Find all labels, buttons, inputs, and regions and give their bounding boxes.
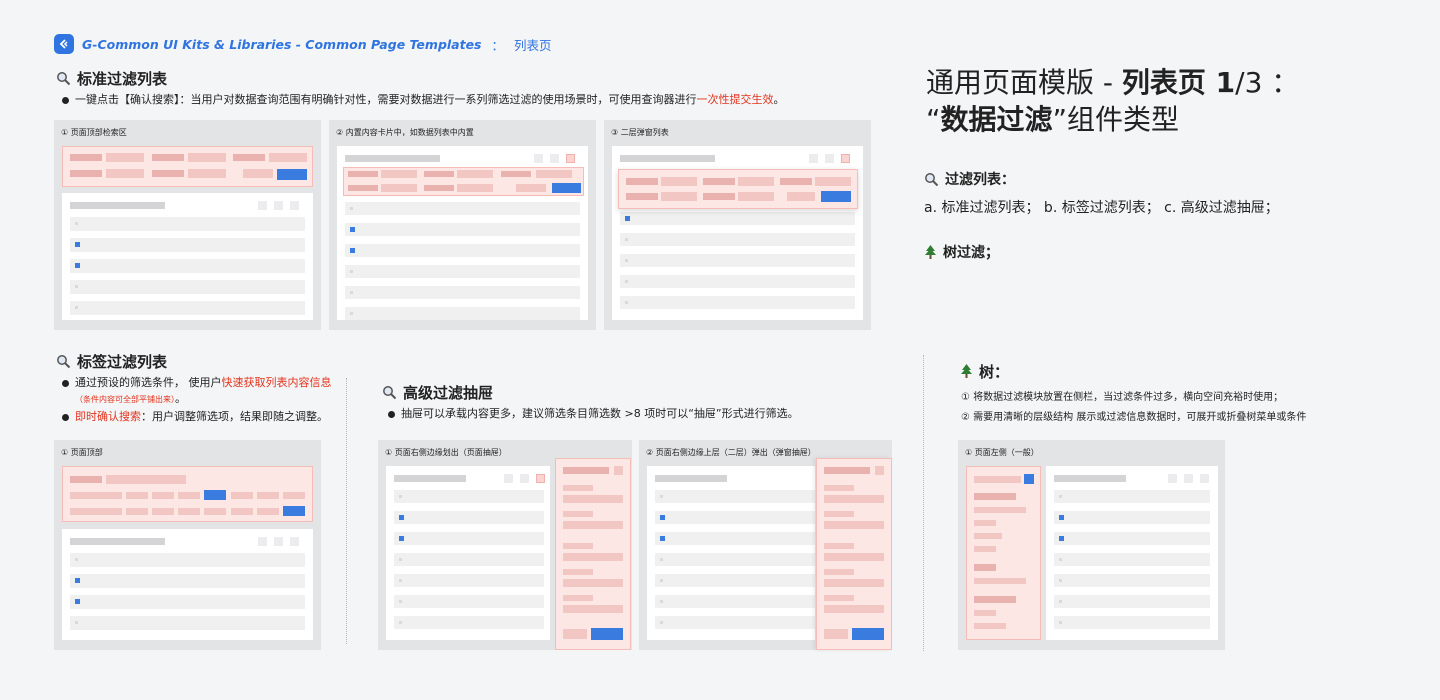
page-header: G-Common UI Kits & Libraries - Common Pa… xyxy=(54,34,552,54)
magnifier-icon xyxy=(57,355,71,369)
panel-label: ① 页面顶部 xyxy=(61,448,103,457)
tree-filter-label: 树过滤； xyxy=(924,242,999,262)
filter-list-label-text: 过滤列表： xyxy=(945,172,1015,188)
tree-title-text: 树： xyxy=(979,363,1010,381)
std-desc-red: 一次性提交生效 xyxy=(696,93,774,106)
tag-b1-red: 快速获取列表内容信息 xyxy=(221,376,332,389)
tag-filter-bullet-1: 通过预设的筛选条件， 使用户快速获取列表内容信息 xyxy=(62,376,332,390)
tag-b1-pre: 通过预设的筛选条件， 使用户 xyxy=(75,376,222,389)
drawer-column xyxy=(555,458,631,650)
list-card xyxy=(62,529,313,640)
tree-icon xyxy=(925,244,936,259)
tag-filter-note: （条件内容可全部平铺出来）。 xyxy=(75,392,186,407)
panel-label: ① 页面左侧（一般） xyxy=(965,448,1039,457)
logo-icon xyxy=(54,34,74,54)
std-panel-1: ① 页面顶部检索区 xyxy=(54,120,321,330)
title2-post: ”组件类型 xyxy=(1052,103,1180,136)
list-card xyxy=(386,466,550,640)
tag-b2-red: 即时确认搜索 xyxy=(75,410,141,423)
drawer-panel-2: ② 页面右侧边缘上层（二层）弹出（弹窗抽屉） xyxy=(639,440,892,650)
tag-filter-bullet-2: 即时确认搜索：用户调整筛选项，结果即随之调整。 xyxy=(62,410,328,424)
title-bold: 列表页 1 xyxy=(1121,66,1236,99)
title-pre: 通用页面模版 - xyxy=(926,66,1122,99)
drawer-desc-text: 抽屉可以承载内容更多，建议筛选条目筛选数 >8 项时可以“抽屉”形式进行筛选。 xyxy=(401,407,799,420)
std-filter-title-text: 标准过滤列表 xyxy=(77,70,168,88)
panel-label: ② 页面右侧边缘上层（二层）弹出（弹窗抽屉） xyxy=(646,448,816,457)
tag-filter-title: 标签过滤列表 xyxy=(56,351,167,372)
tree-filter-label-text: 树过滤； xyxy=(943,245,999,261)
tree-panel: ① 页面左侧（一般） xyxy=(958,440,1225,650)
std-filter-title: 标准过滤列表 xyxy=(56,68,167,89)
panel-label: ① 页面右侧边缘划出（页面抽屉） xyxy=(385,448,507,457)
list-card xyxy=(62,193,313,320)
list-card xyxy=(337,146,588,320)
search-button-mock xyxy=(277,169,307,180)
filter-box xyxy=(62,146,313,187)
drawer-desc: 抽屉可以承载内容更多，建议筛选条目筛选数 >8 项时可以“抽屉”形式进行筛选。 xyxy=(388,407,799,421)
magnifier-icon xyxy=(383,386,397,400)
tree-title: 树： xyxy=(960,361,1009,382)
page-title-line-2: “数据过滤”组件类型 xyxy=(926,101,1299,138)
drawer-column xyxy=(816,458,892,650)
divider xyxy=(923,355,924,651)
title2-quote: “ xyxy=(926,103,941,136)
panel-label: ② 内置内容卡片中，如数据列表中内置 xyxy=(336,128,474,137)
magnifier-icon xyxy=(925,172,939,186)
std-desc-post: 。 xyxy=(773,93,785,106)
panel-label: ③ 二层弹窗列表 xyxy=(611,128,669,137)
header-colon: ： xyxy=(491,37,505,53)
drawer-title-text: 高级过滤抽屉 xyxy=(403,384,494,402)
page-title: 通用页面模版 - 列表页 1/3 ： “数据过滤”组件类型 xyxy=(926,64,1299,138)
tag-filter-box xyxy=(62,466,313,522)
std-filter-desc: 一键点击【确认搜索】：当用户对数据查询范围有明确针对性，需要对数据进行一系列筛选… xyxy=(62,93,785,107)
title-post: /3 ： xyxy=(1235,66,1300,99)
panel-label: ① 页面顶部检索区 xyxy=(61,128,127,137)
std-panel-3: ③ 二层弹窗列表 xyxy=(604,120,871,330)
divider xyxy=(346,378,347,644)
header-title: G-Common UI Kits & Libraries - Common Pa… xyxy=(82,36,482,52)
title2-bold: 数据过滤 xyxy=(940,103,1053,136)
tag-b1-note: （条件内容可全部平铺出来） xyxy=(75,395,175,404)
filter-box xyxy=(343,167,584,196)
std-panel-2: ② 内置内容卡片中，如数据列表中内置 xyxy=(329,120,596,330)
std-desc-pre: 一键点击【确认搜索】：当用户对数据查询范围有明确针对性，需要对数据进行一系列筛选… xyxy=(75,93,697,106)
list-card xyxy=(647,466,815,640)
tree-icon xyxy=(961,364,972,378)
popup-filter-box xyxy=(618,169,858,209)
tag-b2-post: ：用户调整筛选项，结果即随之调整。 xyxy=(141,410,328,423)
header-subtitle: 列表页 xyxy=(514,37,552,53)
filter-types: a. 标准过滤列表； b. 标签过滤列表； c. 高级过滤抽屉； xyxy=(924,200,1279,216)
drawer-panel-1: ① 页面右侧边缘划出（页面抽屉） xyxy=(378,440,632,650)
tree-note-1: ① 将数据过滤模块放置在侧栏，当过滤条件过多，横向空间充裕时使用； xyxy=(961,392,1284,403)
list-card xyxy=(1046,466,1218,640)
page-title-line-1: 通用页面模版 - 列表页 1/3 ： xyxy=(926,64,1299,101)
tag-panel: ① 页面顶部 xyxy=(54,440,321,650)
tree-sidebar xyxy=(966,466,1041,640)
tag-filter-title-text: 标签过滤列表 xyxy=(77,353,168,371)
tree-note-2: ② 需要用清晰的层级结构 展示或过滤信息数据时，可展开或折叠树菜单或条件 xyxy=(961,412,1307,423)
tag-b1-end: 。 xyxy=(175,392,186,405)
drawer-title: 高级过滤抽屉 xyxy=(382,382,493,403)
magnifier-icon xyxy=(57,72,71,86)
filter-list-label: 过滤列表： xyxy=(924,169,1015,189)
